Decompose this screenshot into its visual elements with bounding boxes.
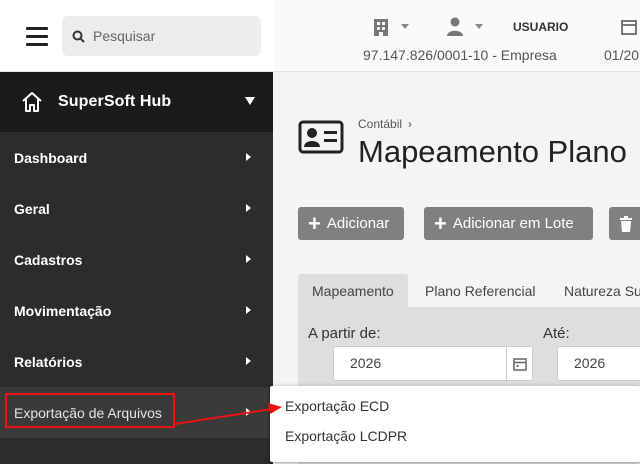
tab-natureza[interactable]: Natureza Su [550, 274, 640, 308]
from-date-input[interactable]: 2026 [333, 346, 533, 381]
highlight-annotation [5, 393, 175, 428]
search-box[interactable] [62, 16, 261, 56]
caret-down-icon[interactable] [475, 24, 483, 29]
export-submenu: Exportação ECD Exportação LCDPR [270, 386, 640, 462]
caret-right-icon [246, 306, 251, 314]
sidebar-item-cadastros[interactable]: Cadastros [0, 234, 273, 285]
caret-down-icon [245, 97, 255, 105]
caret-right-icon [246, 357, 251, 365]
add-button-label: Adicionar [326, 215, 390, 232]
sidebar-item-relatorios[interactable]: Relatórios [0, 336, 273, 387]
plus-icon: + [308, 210, 321, 236]
add-batch-button-label: Adicionar em Lote [452, 215, 574, 232]
search-icon [72, 30, 85, 43]
add-batch-button[interactable]: + Adicionar em Lote [424, 207, 593, 240]
user-icon[interactable] [446, 17, 464, 36]
sidebar-item-label: Relatórios [14, 353, 83, 370]
add-button[interactable]: + Adicionar [298, 207, 404, 240]
calendar-button[interactable] [506, 346, 533, 381]
to-label: Até: [543, 325, 570, 342]
sidebar-item-label: Geral [14, 200, 50, 217]
sidebar-item-label: Movimentação [14, 302, 112, 319]
sidebar-item-label: Cadastros [14, 251, 83, 268]
brand-label: SuperSoft Hub [58, 93, 172, 110]
home-icon [22, 92, 42, 112]
caret-right-icon [246, 408, 251, 416]
sidebar-item-dashboard[interactable]: Dashboard [0, 132, 273, 183]
search-input[interactable] [93, 28, 253, 44]
contact-card-icon [298, 120, 344, 154]
sidebar-item-label: Dashboard [14, 149, 88, 166]
sidebar-item-geral[interactable]: Geral [0, 183, 273, 234]
calendar-icon[interactable] [621, 19, 637, 35]
menu-icon[interactable] [26, 27, 48, 46]
sidebar-header [0, 0, 273, 72]
plus-icon: + [434, 210, 447, 236]
breadcrumb[interactable]: Contábil › [358, 117, 412, 131]
trash-icon [620, 215, 632, 232]
sidebar-item-movimentacao[interactable]: Movimentação [0, 285, 273, 336]
menu-item-exportacao-ecd[interactable]: Exportação ECD [285, 398, 389, 414]
tab-mapeamento[interactable]: Mapeamento [298, 274, 408, 308]
calendar-icon [513, 357, 527, 371]
breadcrumb-item[interactable]: Contábil [358, 117, 402, 131]
tab-bar: Mapeamento Plano Referencial Natureza Su [298, 274, 640, 308]
caret-right-icon [246, 204, 251, 212]
building-icon[interactable] [373, 18, 389, 36]
tab-plano-referencial[interactable]: Plano Referencial [411, 274, 550, 308]
top-bar: USUARIO 97.147.826/0001-10 - Empresa 01/… [273, 0, 640, 72]
username[interactable]: USUARIO [513, 20, 568, 34]
current-date: 01/20 [604, 47, 640, 63]
chevron-right-icon: › [408, 117, 413, 131]
to-date-input[interactable]: 2026 [557, 346, 640, 381]
caret-right-icon [246, 153, 251, 161]
brand-menu[interactable]: SuperSoft Hub [0, 72, 273, 132]
caret-down-icon[interactable] [401, 24, 409, 29]
caret-right-icon [246, 255, 251, 263]
menu-item-exportacao-lcdpr[interactable]: Exportação LCDPR [285, 428, 407, 444]
page-title: Mapeamento Plano [358, 134, 627, 169]
company-info: 97.147.826/0001-10 - Empresa [363, 47, 557, 63]
delete-button[interactable] [609, 207, 640, 240]
from-label: A partir de: [308, 325, 381, 342]
